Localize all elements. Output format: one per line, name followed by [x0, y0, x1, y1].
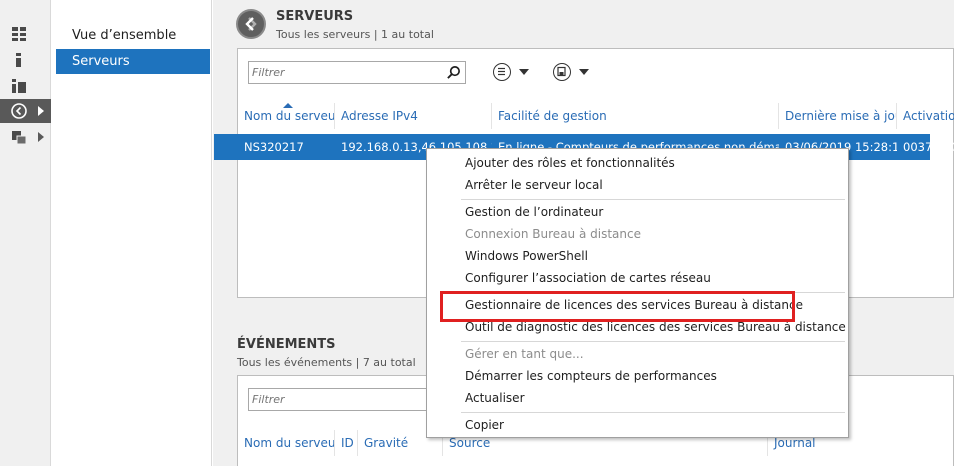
remote-desktop-services-icon [236, 9, 266, 39]
menu-item-computer-management[interactable]: Gestion de l’ordinateur [465, 201, 603, 223]
local-server-icon [16, 53, 21, 67]
menu-item-nic-teaming[interactable]: Configurer l’association de cartes résea… [465, 267, 711, 289]
cell-activation: 00377-60000 [903, 140, 954, 154]
rail-item-local-server[interactable] [0, 48, 51, 72]
search-icon[interactable] [446, 65, 461, 80]
servers-filter-input[interactable] [249, 62, 439, 83]
servers-filter [248, 61, 466, 84]
list-icon [493, 63, 511, 81]
dashboard-icon [12, 27, 26, 41]
highlight-box [440, 291, 795, 322]
rail-item-dashboard[interactable] [0, 22, 51, 46]
menu-separator [461, 199, 845, 200]
servers-title: SERVEURS [276, 9, 354, 24]
events-title: ÉVÉNEMENTS [237, 337, 336, 352]
sort-ascending-icon [283, 103, 293, 108]
cell-server-name: NS320217 [244, 140, 304, 154]
servers-subtitle: Tous les serveurs | 1 au total [276, 28, 434, 41]
rail-item-file-storage[interactable] [0, 125, 51, 149]
expand-arrow-icon[interactable] [38, 106, 44, 116]
menu-item-add-roles-features[interactable]: Ajouter des rôles et fonctionnalités [465, 152, 675, 174]
menu-item-shutdown-local-server[interactable]: Arrêter le serveur local [465, 174, 603, 196]
menu-item-copy[interactable]: Copier [465, 414, 504, 436]
all-servers-icon [12, 79, 26, 93]
menu-item-refresh[interactable]: Actualiser [465, 387, 525, 409]
file-storage-icon [12, 131, 27, 145]
menu-item-manage-as: Gérer en tant que... [465, 347, 584, 361]
chevron-down-icon [579, 69, 589, 75]
navigation-pane: Vue d’ensemble Serveurs [52, 0, 212, 466]
chevron-down-icon [519, 69, 529, 75]
column-header-last-update[interactable]: Dernière mise à jour [779, 103, 897, 129]
rail-item-remote-desktop-services[interactable] [0, 99, 51, 123]
save-query-button[interactable] [553, 62, 593, 82]
nav-item-overview[interactable]: Vue d’ensemble [56, 23, 210, 48]
menu-separator [461, 341, 845, 342]
column-header-ipv4[interactable]: Adresse IPv4 [335, 103, 492, 129]
server-manager-rail [0, 0, 51, 466]
column-header-event-server-name[interactable]: Nom du serveur [238, 430, 335, 456]
expand-arrow-icon[interactable] [38, 132, 44, 142]
events-subtitle: Tous les événements | 7 au total [237, 356, 416, 369]
nav-item-servers[interactable]: Serveurs [56, 49, 210, 74]
remote-desktop-services-icon [11, 103, 27, 119]
column-header-id[interactable]: ID [335, 430, 358, 456]
rail-item-all-servers[interactable] [0, 74, 51, 98]
menu-item-remote-desktop-connection: Connexion Bureau à distance [465, 227, 641, 241]
events-filter-input[interactable] [249, 389, 439, 410]
column-header-manageability[interactable]: Facilité de gestion [492, 103, 779, 129]
list-view-button[interactable] [493, 62, 533, 82]
menu-item-start-performance-counters[interactable]: Démarrer les compteurs de performances [465, 365, 717, 387]
save-icon [553, 63, 571, 81]
events-filter [248, 388, 448, 411]
menu-item-windows-powershell[interactable]: Windows PowerShell [465, 245, 588, 267]
menu-separator [461, 412, 845, 413]
column-header-activation[interactable]: Activation [897, 103, 954, 129]
